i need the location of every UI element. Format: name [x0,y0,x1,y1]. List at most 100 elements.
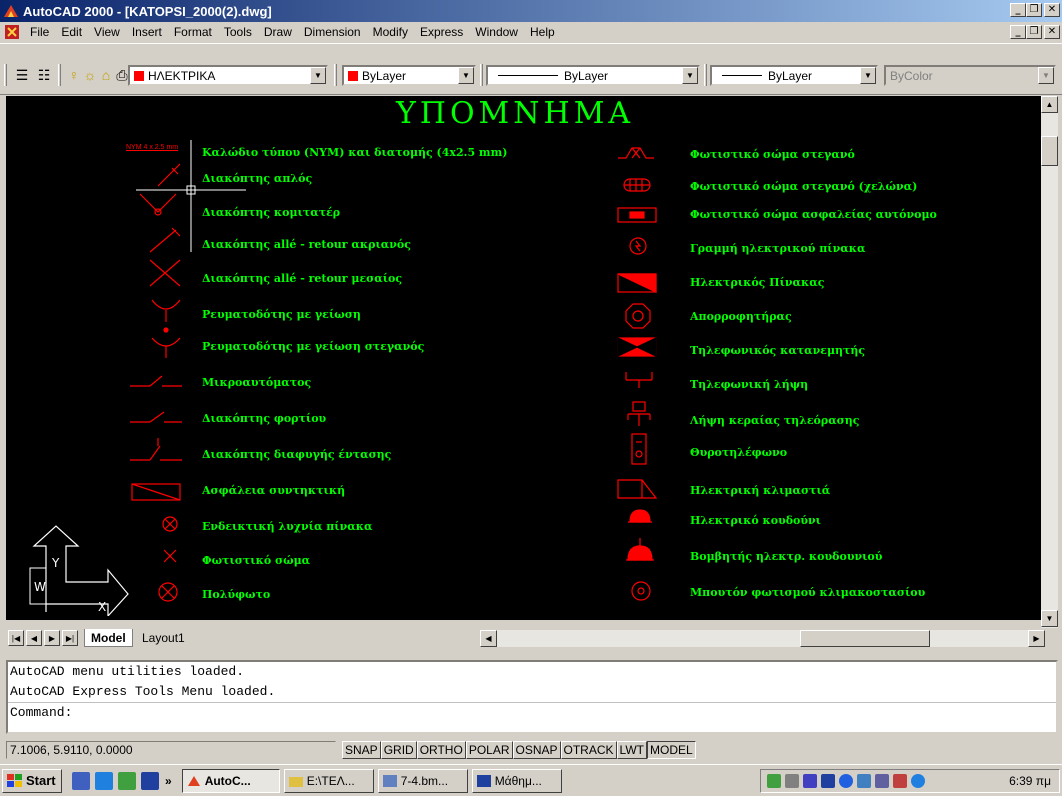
doc-close-button[interactable]: ✕ [1044,25,1060,39]
scroll-up-button[interactable]: ▲ [1041,96,1058,113]
menu-draw[interactable]: Draw [258,25,298,39]
next-tab-button[interactable]: ▶ [44,630,60,646]
chevron-down-icon[interactable]: ▼ [860,67,876,84]
color-dropdown[interactable]: ByLayer ▼ [342,65,476,86]
legend-item: Βομβητής ηλεκτρ. κουδουνιού [690,550,883,563]
electric-heater-symbol [617,479,658,499]
update-icon[interactable] [911,774,925,788]
menu-tools[interactable]: Tools [218,25,258,39]
quicklaunch-app-icon[interactable] [118,771,136,790]
menu-edit[interactable]: Edit [55,25,88,39]
coordinates-display[interactable]: 7.1006, 5.9110, 0.0000 [6,741,336,759]
menu-window[interactable]: Window [469,25,524,39]
horizontal-scrollbar[interactable]: ◀ ▶ [480,630,1045,647]
make-layer-current-icon[interactable]: ☰ [12,66,32,84]
menu-express[interactable]: Express [414,25,469,39]
task-paint[interactable]: 7-4.bm... [377,768,468,793]
legend-item: Ηλεκτρική κλιμαστιά [690,484,831,497]
menu-file[interactable]: File [24,25,55,39]
legend-item: Φωτιστικό σώμα [202,554,311,567]
doc-restore-button[interactable]: ❐ [1026,25,1042,39]
restore-button[interactable]: ❐ [1026,3,1042,17]
doc-minimize-button[interactable]: _ [1010,25,1026,39]
display-icon[interactable] [857,774,871,788]
minimize-button[interactable]: _ [1010,3,1026,17]
lineweight-value: ByLayer [768,68,813,83]
extractor-fan-symbol [625,303,651,329]
indicator-lamp-symbol [162,516,178,532]
scroll-thumb[interactable] [1041,136,1058,166]
disconnect-icon[interactable] [893,774,907,788]
linetype-dropdown[interactable]: ByLayer ▼ [486,65,700,86]
quicklaunch-word-icon[interactable] [141,771,159,790]
otrack-toggle[interactable]: OTRACK [560,741,617,759]
layer-dropdown[interactable]: ΗΛΕΚΤΡΙΚΑ ▼ [128,65,328,86]
scroll-left-button[interactable]: ◀ [480,630,497,647]
chevron-down-icon[interactable]: ▼ [310,67,326,84]
antivirus-icon[interactable] [803,774,817,788]
command-window[interactable]: AutoCAD menu utilities loaded. AutoCAD E… [6,660,1058,734]
chevron-down-icon[interactable]: ▼ [682,67,698,84]
clock[interactable]: 6:39 πμ [1009,774,1051,788]
grid-toggle[interactable]: GRID [380,741,417,759]
legend-item: Φωτιστικό σώμα στεγανό (χελώνα) [690,180,918,193]
plotstyle-value: ByColor [890,68,933,83]
legend-item: Ρευματοδότης με γείωση [202,308,361,321]
task-explorer[interactable]: E:\ΤΕΛ... [283,768,374,793]
ortho-toggle[interactable]: ORTHO [416,741,466,759]
scroll-right-button[interactable]: ▶ [1028,630,1045,647]
toolbar-grip[interactable] [4,64,7,86]
chevron-right-icon[interactable]: » [165,774,172,788]
network-icon[interactable] [767,774,781,788]
language-icon[interactable] [821,774,835,788]
autocad-app-icon[interactable] [2,3,20,19]
drawing-canvas[interactable]: ΥΠΟΜΝΗΜΑ NYM 4 x 2.5 mm Καλώδιο τύπου (N… [6,96,1041,620]
menu-dimension[interactable]: Dimension [298,25,367,39]
last-tab-button[interactable]: ▶| [62,630,78,646]
waterproof-socket-symbol [151,327,181,358]
vertical-scrollbar[interactable]: ▲ ▼ [1041,96,1058,628]
toolbar-grip[interactable] [480,64,483,86]
status-bar: 7.1006, 5.9110, 0.0000 SNAP GRID ORTHO P… [6,740,1058,760]
quicklaunch-desktop-icon[interactable] [72,771,90,790]
start-button[interactable]: Start [2,768,62,793]
connection-icon[interactable] [875,774,889,788]
messenger-icon[interactable] [839,774,853,788]
layers-icon[interactable]: ☷ [34,66,54,84]
model-toggle[interactable]: MODEL [646,741,696,759]
chevron-down-icon[interactable]: ▼ [458,67,474,84]
telephone-outlet-symbol [625,372,653,388]
quicklaunch-ie-icon[interactable] [95,771,113,790]
toolbar-grip[interactable] [334,64,337,86]
legend-item: Διακόπτης κομιτατέρ [202,206,341,219]
start-label: Start [26,773,56,788]
task-word[interactable]: Μάθημ... [471,768,562,793]
scroll-thumb[interactable] [800,630,930,647]
task-autocad[interactable]: AutoC... [181,768,280,793]
legend-item: Γραμμή ηλεκτρικού πίνακα [690,242,866,255]
tab-layout1[interactable]: Layout1 [136,629,191,647]
menu-format[interactable]: Format [168,25,218,39]
menu-insert[interactable]: Insert [126,25,168,39]
document-icon[interactable] [4,24,20,40]
first-tab-button[interactable]: |◀ [8,630,24,646]
object-properties-toolbar: ☰ ☷ ♀ ☼ ⌂ ⎙ ΗΛΕΚΤΡΙΚΑ ▼ ByLayer ▼ ByLaye… [0,43,1062,95]
command-prompt[interactable]: Command: [8,702,1056,722]
toolbar-grip[interactable] [58,64,61,86]
lineweight-dropdown[interactable]: ByLayer ▼ [710,65,878,86]
ucs-y-label: Y [52,556,60,570]
polar-toggle[interactable]: POLAR [465,741,513,759]
scroll-down-button[interactable]: ▼ [1041,610,1058,627]
volume-icon[interactable] [785,774,799,788]
menu-view[interactable]: View [88,25,126,39]
close-button[interactable]: ✕ [1044,3,1060,17]
tab-model[interactable]: Model [84,629,133,647]
snap-toggle[interactable]: SNAP [342,741,381,759]
layer-name: ΗΛΕΚΤΡΙΚΑ [148,68,216,83]
menu-help[interactable]: Help [524,25,561,39]
menu-modify[interactable]: Modify [367,25,414,39]
lwt-toggle[interactable]: LWT [616,741,647,759]
prev-tab-button[interactable]: ◀ [26,630,42,646]
toolbar-grip[interactable] [704,64,707,86]
osnap-toggle[interactable]: OSNAP [512,741,561,759]
